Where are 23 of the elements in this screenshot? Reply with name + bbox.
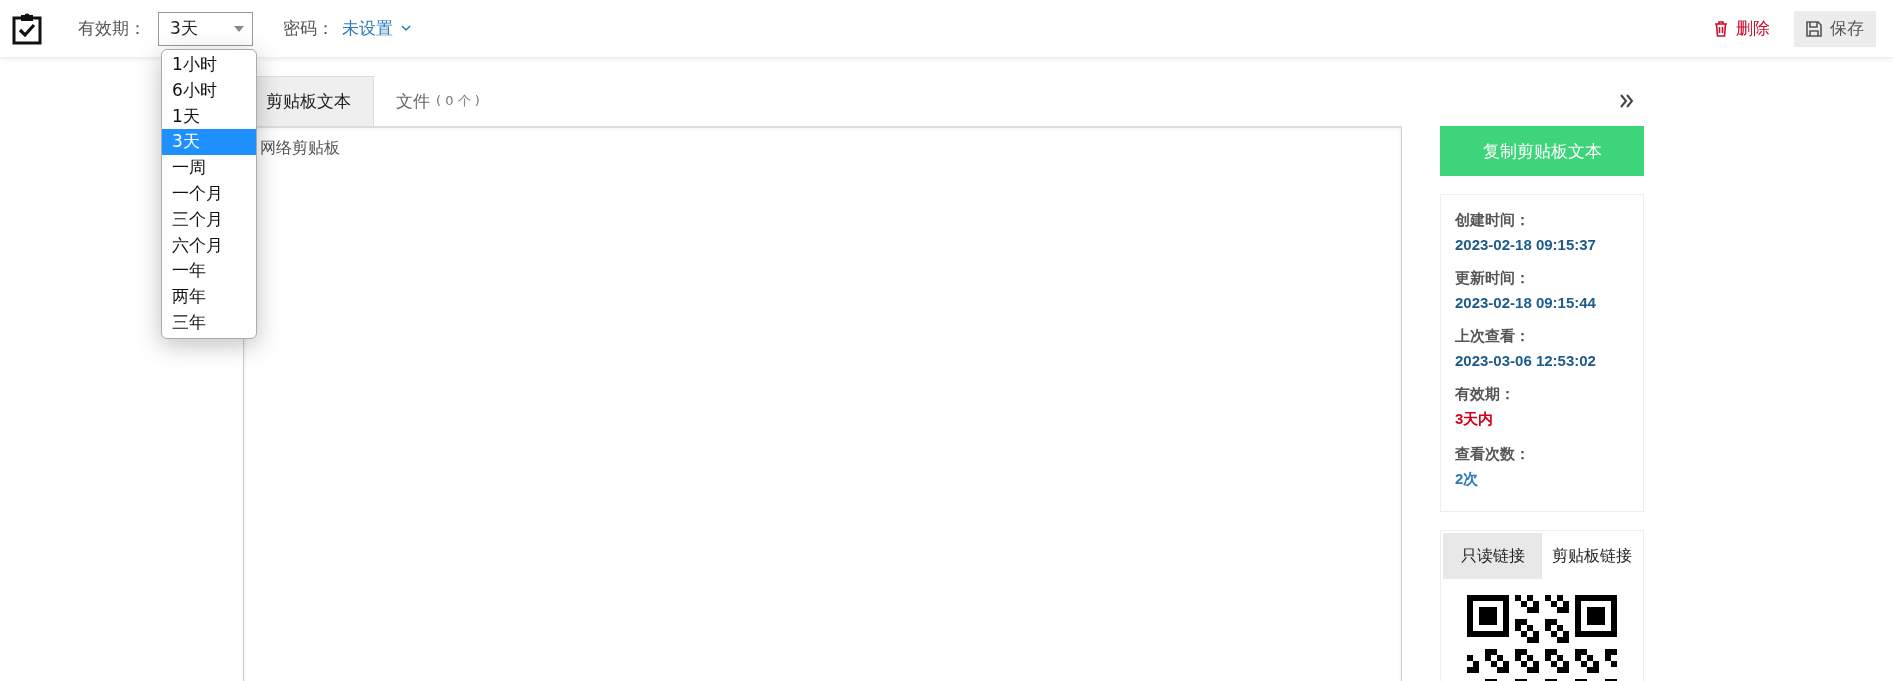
- text-editor[interactable]: 网络剪贴板: [243, 128, 1402, 681]
- info-value: 2023-02-18 09:15:37: [1455, 236, 1597, 253]
- caret-down-icon: [234, 25, 244, 32]
- dropdown-option[interactable]: 1小时: [162, 52, 256, 78]
- password-label: 密码：: [283, 17, 334, 40]
- link-tab[interactable]: 只读链接: [1443, 533, 1542, 579]
- info-value: 2023-02-18 09:15:44: [1455, 294, 1597, 311]
- info-value: 2次: [1455, 470, 1480, 489]
- clipboard-check-icon[interactable]: [12, 12, 42, 45]
- save-button[interactable]: 保存: [1794, 10, 1876, 47]
- trash-icon: [1714, 20, 1728, 37]
- info-label: 上次查看：: [1455, 327, 1531, 346]
- chevron-down-icon: [401, 25, 411, 32]
- info-label: 创建时间：: [1455, 211, 1531, 230]
- info-value: 2023-03-06 12:53:02: [1455, 352, 1597, 369]
- info-label: 查看次数：: [1455, 445, 1531, 464]
- password-dropdown[interactable]: 未设置: [342, 17, 411, 40]
- expiry-label: 有效期：: [78, 17, 146, 40]
- info-value: 3天内: [1455, 410, 1495, 429]
- expiry-select[interactable]: 3天: [158, 11, 253, 46]
- double-chevron-right-icon[interactable]: [1620, 94, 1634, 108]
- info-label: 更新时间：: [1455, 269, 1531, 288]
- info-label: 有效期：: [1455, 385, 1516, 404]
